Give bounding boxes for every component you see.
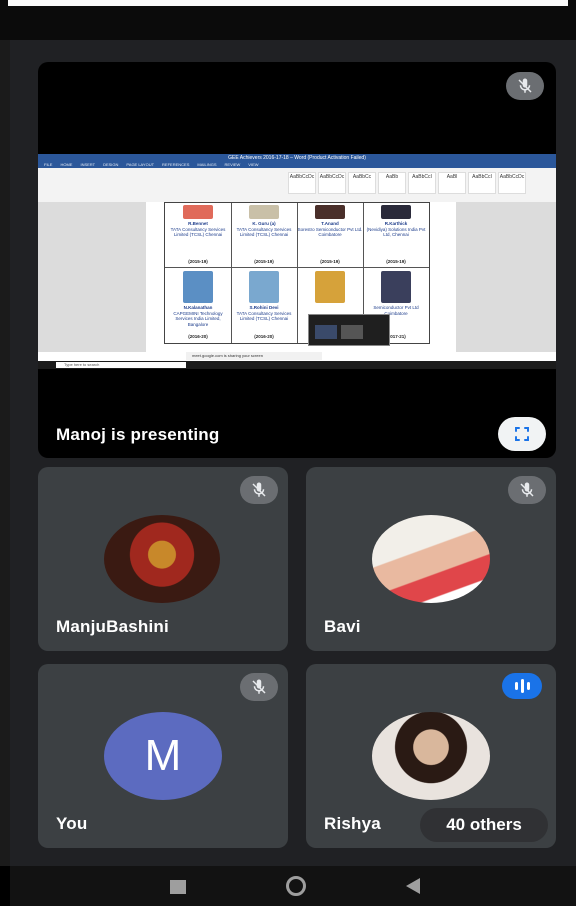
- photo: [315, 271, 345, 303]
- participant-tile[interactable]: ManjuBashini: [38, 467, 288, 651]
- shared-screen: GEE Achievers 2016-17-18 – Word (Product…: [38, 154, 556, 369]
- achiever-company: TATA Consultancy Services Limited (TCSL)…: [170, 226, 226, 238]
- windows-taskbar: Type here to search: [38, 361, 556, 369]
- sharing-notice: meet.google.com is sharing your screen: [186, 352, 322, 360]
- year-label: (2015-19): [188, 259, 208, 264]
- avatar: [372, 515, 490, 603]
- window-title: GEE Achievers 2016-17-18 – Word (Product…: [38, 154, 556, 162]
- presentation-tile[interactable]: GEE Achievers 2016-17-18 – Word (Product…: [38, 62, 556, 458]
- avatar: [104, 515, 220, 603]
- style-item[interactable]: AaBl: [438, 172, 466, 194]
- participant-name: You: [56, 814, 88, 833]
- style-item[interactable]: AaBbCcI: [468, 172, 496, 194]
- row-divider: [165, 267, 429, 268]
- year-label: (2016-20): [188, 334, 208, 339]
- document-page: R.Bennet TATA Consultancy Services Limit…: [146, 202, 456, 352]
- fullscreen-button[interactable]: [498, 417, 546, 451]
- mic-off-icon: [508, 476, 546, 504]
- status-bar: [0, 0, 576, 40]
- avatar-initial: M: [104, 712, 222, 800]
- ribbon: AaBbCcDc AaBbCcDc AaBbCc AaBb AaBbCcI Aa…: [38, 168, 556, 203]
- fullscreen-icon: [515, 427, 529, 441]
- participant-name: Bavi: [324, 617, 361, 636]
- presenting-label: Manoj is presenting: [56, 425, 220, 444]
- style-item[interactable]: AaBbCcI: [408, 172, 436, 194]
- photo: [381, 271, 411, 303]
- year-label: (2016-20): [254, 334, 274, 339]
- top-strip: [8, 0, 568, 6]
- participant-name: ManjuBashini: [56, 617, 169, 636]
- style-item[interactable]: AaBbCcDc: [498, 172, 526, 194]
- participant-tile-self[interactable]: M You: [38, 664, 288, 848]
- style-item[interactable]: AaBb: [378, 172, 406, 194]
- mic-off-icon: [506, 72, 544, 100]
- table-cell: S.Rohini Devi TATA Consultancy Services …: [231, 269, 298, 343]
- square-nav-icon[interactable]: [170, 880, 186, 894]
- document-area: R.Bennet TATA Consultancy Services Limit…: [38, 202, 556, 352]
- year-label: (2015-19): [320, 259, 340, 264]
- style-item[interactable]: AaBbCc: [348, 172, 376, 194]
- achiever-company: CAPGEMINI Technology Services India Limi…: [173, 310, 223, 327]
- achiever-company: Sorestro Semiconductor Pvt Ltd. Coimbato…: [297, 226, 363, 238]
- style-item[interactable]: AaBbCcDc: [318, 172, 346, 194]
- achiever-company: (Nevidiya) Solutions India Pvt Ltd, Chen…: [366, 226, 426, 238]
- achiever-company: TATA Consultancy Services Limited (TCSL)…: [236, 310, 292, 322]
- photo: [249, 271, 279, 303]
- photo: [249, 205, 279, 219]
- avatar-letter: M: [144, 731, 182, 780]
- back-triangle-icon[interactable]: [406, 878, 420, 894]
- audio-level-icon: [502, 673, 542, 699]
- year-label: (2015-19): [386, 259, 406, 264]
- meet-thumbnail: [308, 314, 390, 346]
- taskbar-search[interactable]: Type here to search: [56, 362, 186, 368]
- photo: [183, 205, 213, 219]
- styles-gallery: AaBbCcDc AaBbCcDc AaBbCc AaBb AaBbCcI Aa…: [288, 172, 526, 194]
- mic-off-icon: [240, 476, 278, 504]
- avatar: [372, 712, 490, 800]
- android-nav-bar: [10, 866, 576, 906]
- home-circle-icon[interactable]: [286, 876, 306, 896]
- photo: [381, 205, 411, 219]
- participant-tile[interactable]: Bavi: [306, 467, 556, 651]
- achievers-table: R.Bennet TATA Consultancy Services Limit…: [164, 202, 430, 344]
- others-count-button[interactable]: 40 others: [420, 808, 548, 842]
- style-item[interactable]: AaBbCcDc: [288, 172, 316, 194]
- photo: [315, 205, 345, 219]
- table-cell: N.Kalanathan CAPGEMINI Technology Servic…: [165, 269, 232, 343]
- achiever-company: TATA Consultancy Services Limited (TCSL)…: [236, 226, 292, 238]
- photo: [183, 271, 213, 303]
- mic-off-icon: [240, 673, 278, 701]
- participant-name: Rishya: [324, 814, 381, 833]
- year-label: (2015-19): [254, 259, 274, 264]
- left-edge: [0, 40, 10, 866]
